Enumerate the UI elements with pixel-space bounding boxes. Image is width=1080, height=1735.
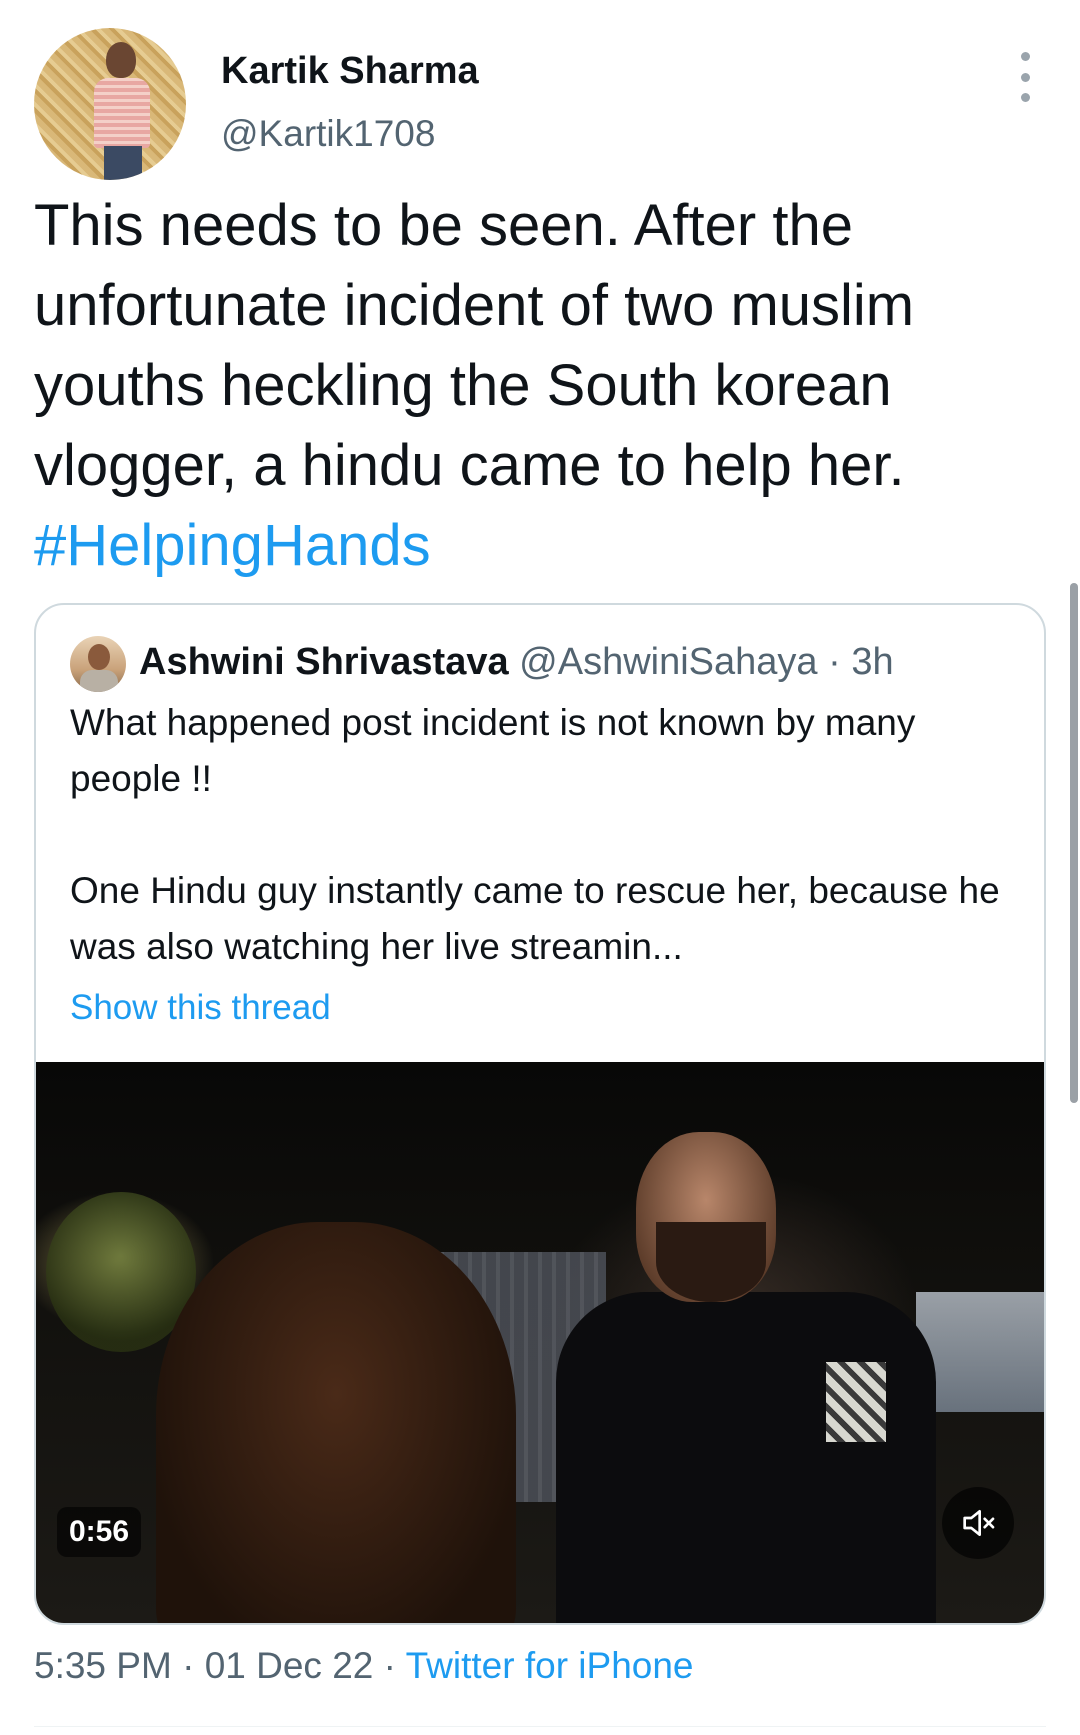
- quoted-text-line: One Hindu guy instantly came to rescue h…: [70, 870, 1000, 967]
- tweet-date[interactable]: 01 Dec 22: [205, 1645, 374, 1686]
- video-player[interactable]: 0:56: [36, 1062, 1044, 1623]
- quoted-author-avatar[interactable]: [70, 636, 126, 692]
- tweet-source-link[interactable]: Twitter for iPhone: [406, 1645, 694, 1686]
- author-name[interactable]: Kartik Sharma: [221, 50, 479, 93]
- hashtag-link[interactable]: #HelpingHands: [34, 513, 431, 578]
- video-scene-woman: [156, 1222, 516, 1623]
- quoted-author-handle[interactable]: @AshwiniSahaya: [519, 641, 817, 683]
- quoted-tweet-time: · 3h: [828, 641, 894, 683]
- tweet-body: This needs to be seen. After the unfortu…: [34, 193, 915, 498]
- tweet-time[interactable]: 5:35 PM: [34, 1645, 172, 1686]
- mute-toggle-button[interactable]: [942, 1487, 1014, 1559]
- meta-separator: ·: [182, 1645, 195, 1686]
- quoted-tweet-header: Ashwini Shrivastava @AshwiniSahaya · 3h: [139, 641, 894, 684]
- avatar-person-shirt: [94, 78, 150, 148]
- show-thread-link[interactable]: Show this thread: [70, 988, 331, 1028]
- avatar-person-head: [106, 42, 136, 78]
- tweet-text: This needs to be seen. After the unfortu…: [34, 186, 1034, 586]
- more-vertical-icon-dot: [1020, 93, 1030, 102]
- more-vertical-icon-dot: [1020, 72, 1030, 82]
- speaker-muted-icon: [963, 1510, 995, 1536]
- more-vertical-icon: [1020, 52, 1030, 61]
- more-options-button[interactable]: [1010, 52, 1040, 102]
- quoted-tweet-card[interactable]: Ashwini Shrivastava @AshwiniSahaya · 3h …: [34, 603, 1046, 1625]
- quoted-avatar-face: [88, 644, 110, 670]
- video-duration-badge: 0:56: [57, 1507, 142, 1557]
- video-scene-man-beard: [656, 1222, 766, 1302]
- avatar-person-jeans: [104, 146, 142, 180]
- quoted-avatar-shirt: [80, 670, 118, 692]
- meta-separator: ·: [383, 1645, 396, 1686]
- tweet-meta: 5:35 PM · 01 Dec 22 · Twitter for iPhone: [34, 1645, 694, 1687]
- scrollbar[interactable]: [1070, 583, 1078, 1103]
- divider: [34, 1726, 1046, 1727]
- video-scene-shirt-pocket: [826, 1362, 886, 1442]
- quoted-author-name[interactable]: Ashwini Shrivastava: [139, 641, 509, 683]
- quoted-text-line: What happened post incident is not known…: [70, 702, 916, 799]
- video-scene-man-body: [556, 1292, 936, 1623]
- author-avatar[interactable]: [34, 28, 186, 180]
- quoted-tweet-text: What happened post incident is not known…: [70, 695, 1030, 975]
- author-handle[interactable]: @Kartik1708: [221, 113, 435, 155]
